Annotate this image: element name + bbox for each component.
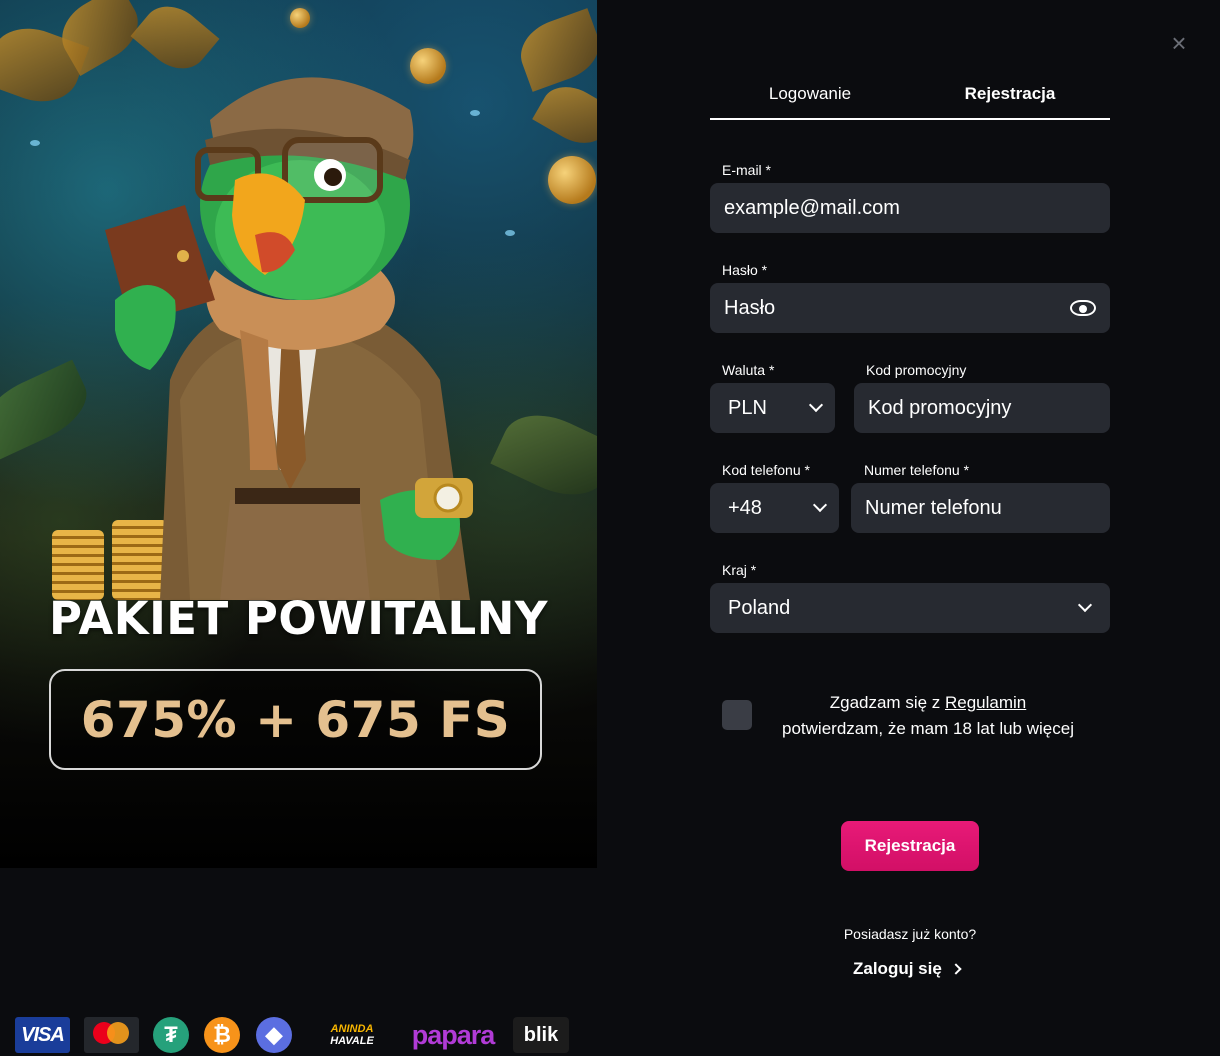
- promo-code-placeholder: Kod promocyjny: [868, 396, 1012, 419]
- bitcoin-icon: ₿: [204, 1017, 240, 1053]
- phone-code-value: +48: [728, 496, 762, 519]
- country-value: Poland: [728, 596, 791, 619]
- have-account-text: Posiadasz już konto?: [843, 926, 977, 942]
- papara-logo: papara: [411, 1019, 496, 1050]
- tab-login[interactable]: Logowanie: [710, 80, 910, 118]
- password-field[interactable]: Hasło: [710, 283, 1110, 333]
- phone-label: Numer telefonu *: [864, 462, 970, 478]
- country-select[interactable]: Poland: [710, 583, 1110, 633]
- promo-code-field[interactable]: Kod promocyjny: [854, 383, 1110, 433]
- login-link[interactable]: Zaloguj się: [853, 959, 962, 979]
- parrot-mascot-illustration: [105, 77, 473, 600]
- login-link-label: Zaloguj się: [853, 959, 942, 978]
- phone-code-label: Kod telefonu *: [722, 462, 810, 478]
- chevron-down-icon: [812, 497, 828, 513]
- currency-value: PLN: [728, 396, 767, 419]
- country-label: Kraj *: [722, 562, 757, 578]
- visa-logo: VISA: [15, 1017, 70, 1053]
- currency-select[interactable]: PLN: [710, 383, 835, 433]
- phone-field[interactable]: Numer telefonu: [851, 483, 1110, 533]
- currency-label: Waluta *: [722, 362, 775, 378]
- close-icon[interactable]: ×: [1168, 30, 1190, 56]
- register-button[interactable]: Rejestracja: [841, 821, 979, 871]
- auth-tabs: Logowanie Rejestracja: [710, 80, 1110, 120]
- consent-prefix: Zgadzam się z: [829, 693, 945, 712]
- chevron-right-icon: [950, 963, 962, 975]
- promo-headline: PAKIET POWITALNY: [49, 592, 548, 645]
- phone-placeholder: Numer telefonu: [865, 496, 1002, 519]
- email-value: example@mail.com: [724, 196, 900, 219]
- email-label: E-mail *: [722, 162, 772, 178]
- chevron-down-icon: [1077, 597, 1093, 613]
- chevron-down-icon: [808, 397, 824, 413]
- phone-code-select[interactable]: +48: [710, 483, 839, 533]
- offer-box: 675% + 675 FS: [49, 669, 542, 770]
- email-field[interactable]: example@mail.com: [710, 183, 1110, 233]
- terms-checkbox[interactable]: [722, 700, 752, 730]
- ethereum-icon: ◆: [256, 1017, 292, 1053]
- offer-text: 675% + 675 FS: [80, 690, 511, 749]
- tether-icon: ₮: [153, 1017, 189, 1053]
- tab-register[interactable]: Rejestracja: [910, 80, 1110, 118]
- password-label: Hasło *: [722, 262, 768, 278]
- terms-consent-text: Zgadzam się z Regulamin potwierdzam, że …: [760, 690, 1096, 742]
- password-placeholder: Hasło: [724, 296, 776, 319]
- blik-logo: blik: [513, 1017, 569, 1053]
- consent-suffix: potwierdzam, że mam 18 lat lub więcej: [782, 719, 1074, 738]
- mastercard-logo: [84, 1017, 139, 1053]
- promo-code-label: Kod promocyjny: [866, 362, 967, 378]
- aninda-havale-logo: ANINDA HAVALE: [330, 1023, 374, 1047]
- promo-banner: PAKIET POWITALNY 675% + 675 FS: [0, 0, 597, 868]
- eye-icon[interactable]: [1070, 300, 1096, 316]
- terms-link[interactable]: Regulamin: [945, 693, 1026, 712]
